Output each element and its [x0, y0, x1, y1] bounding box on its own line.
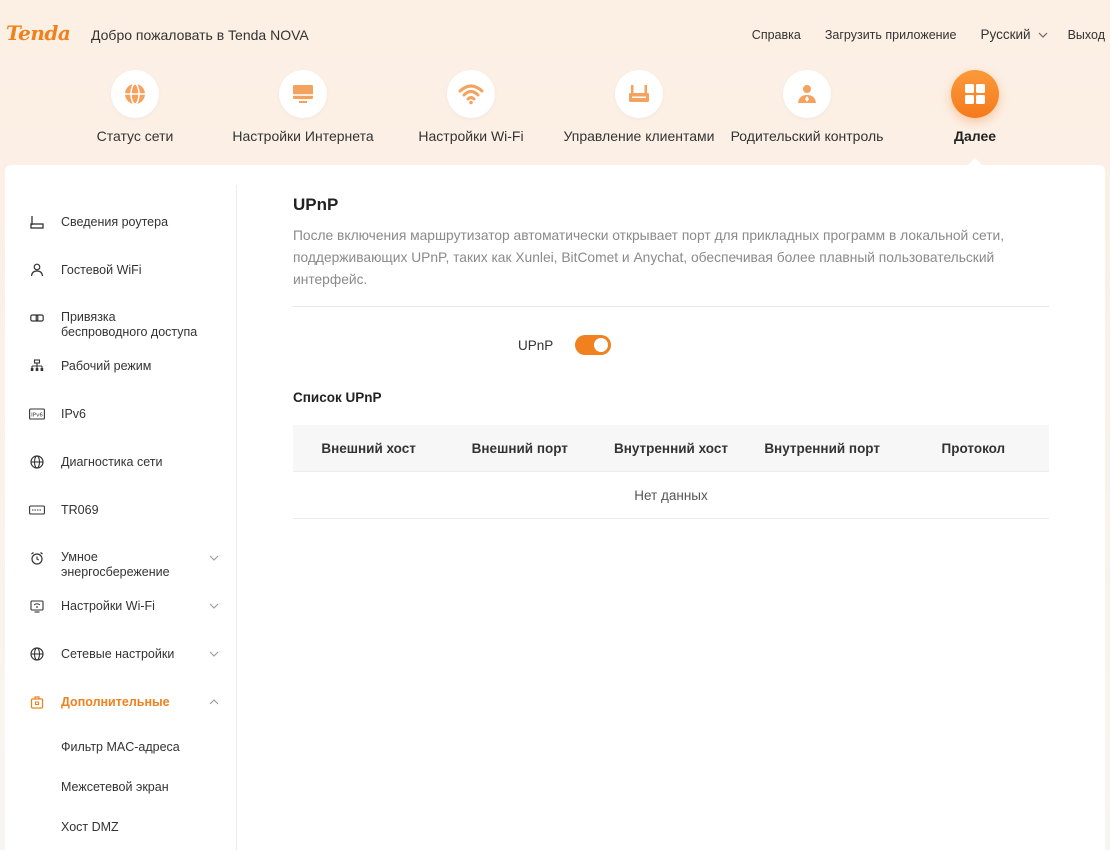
column-header-internal-port: Внутренний порт	[764, 440, 880, 456]
top-links: Справка Загрузить приложение Русский Вых…	[752, 27, 1110, 42]
toggle-knob	[594, 338, 608, 352]
sidebar-item-label: Привязка беспроводного доступа	[61, 310, 197, 340]
nav-item-parental-control[interactable]: Родительский контроль	[723, 70, 891, 144]
sidebar-item-label-line2: энергосбережение	[61, 565, 170, 579]
sidebar-item-label: IPv6	[61, 406, 87, 421]
sidebar-subitem-mac-filter[interactable]: Фильтр MAC-адреса	[61, 740, 180, 754]
toolbox-icon	[29, 694, 45, 710]
sidebar-subitem-dmz-host[interactable]: Хост DMZ	[61, 820, 119, 834]
nav-label: Управление клиентами	[563, 128, 715, 144]
router-info-icon	[29, 214, 45, 230]
logout-link[interactable]: Выход	[1068, 28, 1105, 42]
sidebar-item-label-line1: Умное	[61, 550, 98, 564]
nav-label: Далее	[953, 128, 997, 144]
internet-monitor-icon	[293, 85, 313, 103]
nav-label: Настройки Wi-Fi	[418, 128, 524, 144]
nav-item-internet-settings[interactable]: Настройки Интернета	[219, 70, 387, 144]
grid-more-icon	[965, 84, 985, 104]
nav-icon-circle	[615, 70, 663, 118]
download-app-link[interactable]: Загрузить приложение	[825, 28, 957, 42]
wifi-settings-icon	[29, 598, 45, 614]
nav-icon-circle	[111, 70, 159, 118]
nav-label: Статус сети	[96, 128, 174, 144]
column-header-internal-host: Внутренний хост	[613, 440, 728, 456]
nav-item-more[interactable]: Далее	[891, 70, 1059, 144]
router-clients-icon	[629, 85, 649, 102]
sidebar-item-label: TR069	[61, 502, 99, 517]
svg-text:IPv6: IPv6	[31, 413, 43, 419]
nav-icon-circle	[783, 70, 831, 118]
nav-item-network-status[interactable]: Статус сети	[51, 70, 219, 144]
top-bar: Tenda Добро пожаловать в Tenda NOVA Спра…	[0, 0, 1110, 70]
table-empty-message: Нет данных	[293, 471, 1049, 519]
sidebar-item-label: Умное энергосбережение	[61, 550, 170, 580]
chevron-down-icon	[209, 651, 219, 657]
chevron-down-icon	[209, 603, 219, 609]
column-header-protocol: Протокол	[941, 440, 1006, 456]
sidebar-item-label: Сетевые настройки	[61, 646, 175, 661]
tenda-logo[interactable]: Tenda	[6, 21, 71, 45]
upnp-toggle-label: UPnP	[518, 338, 554, 353]
upnp-toggle[interactable]	[575, 335, 611, 355]
sidebar-item-label-line1: Привязка	[61, 310, 116, 324]
chevron-down-icon	[209, 555, 219, 561]
globe-icon	[125, 83, 145, 105]
column-header-external-port: Внешний порт	[471, 440, 568, 456]
wifi-icon	[458, 84, 484, 105]
upnp-toggle-row: UPnP	[293, 335, 1049, 357]
sidebar-item-label-line2: беспроводного доступа	[61, 325, 198, 339]
upnp-list-title: Список UPnP	[293, 390, 382, 405]
chevron-down-icon	[1038, 32, 1048, 38]
page-title: UPnP	[293, 195, 339, 214]
nav-item-client-management[interactable]: Управление клиентами	[555, 70, 723, 144]
tr069-icon	[29, 502, 45, 518]
nav-item-wifi-settings[interactable]: Настройки Wi-Fi	[387, 70, 555, 144]
upnp-content: UPnP После включения маршрутизатор автом…	[293, 195, 1049, 519]
parental-control-icon	[798, 85, 816, 103]
chevron-up-icon	[209, 699, 219, 705]
nav-icon-circle	[951, 70, 999, 118]
language-label: Русский	[980, 27, 1031, 42]
nav-icon-circle	[279, 70, 327, 118]
sidebar-item-label: Гостевой WiFi	[61, 262, 142, 277]
sidebar-item-label: Рабочий режим	[61, 358, 152, 373]
column-header-external-host: Внешний хост	[321, 440, 416, 456]
sidebar-item-label: Настройки Wi-Fi	[61, 598, 155, 613]
alarm-clock-icon	[29, 550, 45, 566]
sidebar: Сведения роутера Гостевой WiFi Привязка …	[5, 185, 237, 850]
guest-user-icon	[29, 262, 45, 278]
divider	[293, 306, 1049, 307]
globe-icon	[29, 646, 45, 662]
page-description: После включения маршрутизатор автоматиче…	[293, 228, 1005, 287]
nav-icon-circle	[447, 70, 495, 118]
upnp-table: Внешний хост Внешний порт Внутренний хос…	[293, 425, 1049, 519]
help-link[interactable]: Справка	[752, 28, 801, 42]
link-icon	[29, 310, 45, 326]
network-tree-icon	[29, 358, 45, 374]
sidebar-subitem-firewall[interactable]: Межсетевой экран	[61, 780, 169, 794]
welcome-text: Добро пожаловать в Tenda NOVA	[91, 27, 309, 43]
nav-label: Настройки Интернета	[232, 128, 374, 144]
ipv6-icon: IPv6	[29, 406, 45, 422]
main-nav: Статус сети Настройки Интернета Настройк…	[0, 70, 1110, 166]
language-select[interactable]: Русский	[981, 27, 1048, 42]
sidebar-item-label: Дополнительные	[61, 694, 170, 709]
sidebar-item-label: Сведения роутера	[61, 214, 169, 229]
sidebar-item-label: Диагностика сети	[61, 454, 163, 469]
table-header: Внешний хост Внешний порт Внутренний хос…	[293, 425, 1049, 471]
nav-label: Родительский контроль	[730, 128, 884, 144]
main-panel: Сведения роутера Гостевой WiFi Привязка …	[5, 165, 1105, 850]
globe-icon	[29, 454, 45, 470]
